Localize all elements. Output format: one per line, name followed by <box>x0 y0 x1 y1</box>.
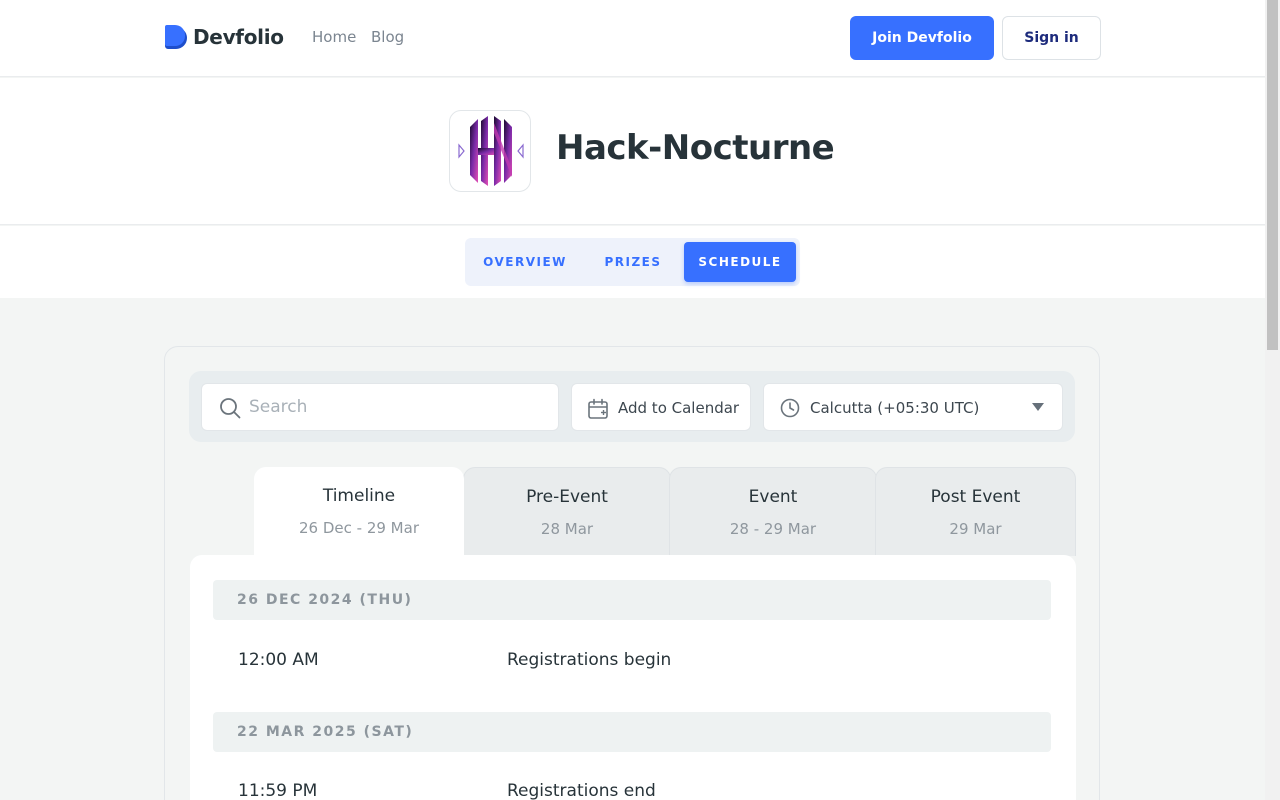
devfolio-logo[interactable]: Devfolio <box>165 25 284 49</box>
sign-in-button[interactable]: Sign in <box>1002 16 1101 60</box>
phase-dates: 28 - 29 Mar <box>729 520 817 538</box>
phase-name: Event <box>748 487 798 507</box>
search-icon <box>220 398 241 419</box>
phase-dates: 26 Dec - 29 Mar <box>299 519 419 537</box>
top-navbar: Devfolio Home Blog Join Devfolio Sign in <box>0 0 1265 77</box>
schedule-day-label: 26 DEC 2024 (THU) <box>237 592 413 608</box>
event-time: 11:59 PM <box>238 781 318 800</box>
phase-dates: 28 Mar <box>540 520 594 538</box>
phase-tab-pre-event[interactable]: Pre-Event 28 Mar <box>463 467 671 556</box>
phase-name: Post Event <box>930 487 1021 507</box>
hackathon-tabs: OVERVIEW PRIZES SCHEDULE <box>465 238 800 286</box>
calendar-add-icon <box>588 398 608 419</box>
phase-dates: 29 Mar <box>949 520 1002 538</box>
event-time: 12:00 AM <box>238 650 319 670</box>
add-to-calendar-button[interactable]: Add to Calendar <box>571 383 751 431</box>
event-title: Registrations begin <box>507 650 672 670</box>
add-to-calendar-label: Add to Calendar <box>618 399 740 417</box>
timezone-value: Calcutta (+05:30 UTC) <box>810 399 980 417</box>
phase-tab-event[interactable]: Event 28 - 29 Mar <box>669 467 877 556</box>
timezone-select[interactable]: Calcutta (+05:30 UTC) <box>763 383 1063 431</box>
search-box[interactable] <box>201 383 559 431</box>
devfolio-logo-icon <box>165 25 187 49</box>
nav-blog-link[interactable]: Blog <box>371 28 404 46</box>
phase-tab-timeline[interactable]: Timeline 26 Dec - 29 Mar <box>254 467 464 556</box>
phase-tab-post-event[interactable]: Post Event 29 Mar <box>875 467 1076 556</box>
schedule-day-header: 26 DEC 2024 (THU) <box>213 580 1051 620</box>
hn-logo-icon <box>458 116 524 186</box>
caret-down-icon <box>1032 403 1044 411</box>
phase-name: Pre-Event <box>526 487 608 507</box>
phase-name: Timeline <box>322 486 396 506</box>
join-devfolio-button[interactable]: Join Devfolio <box>850 16 994 60</box>
hackathon-hero: Hack-Nocturne <box>0 78 1265 225</box>
nav-home-link[interactable]: Home <box>312 28 356 46</box>
event-title: Registrations end <box>507 781 656 800</box>
hackathon-logo <box>449 110 531 192</box>
schedule-day-label: 22 MAR 2025 (SAT) <box>237 724 414 740</box>
tab-prizes[interactable]: PRIZES <box>591 242 675 282</box>
hackathon-tabs-bar: OVERVIEW PRIZES SCHEDULE <box>0 226 1265 298</box>
search-input[interactable] <box>249 394 539 420</box>
schedule-day-header: 22 MAR 2025 (SAT) <box>213 712 1051 752</box>
hackathon-title: Hack-Nocturne <box>556 128 835 168</box>
tab-schedule[interactable]: SCHEDULE <box>684 242 796 282</box>
brand-name: Devfolio <box>193 25 284 49</box>
clock-icon <box>780 398 800 418</box>
page-scrollbar-thumb[interactable] <box>1267 0 1278 350</box>
tab-overview[interactable]: OVERVIEW <box>471 242 579 282</box>
